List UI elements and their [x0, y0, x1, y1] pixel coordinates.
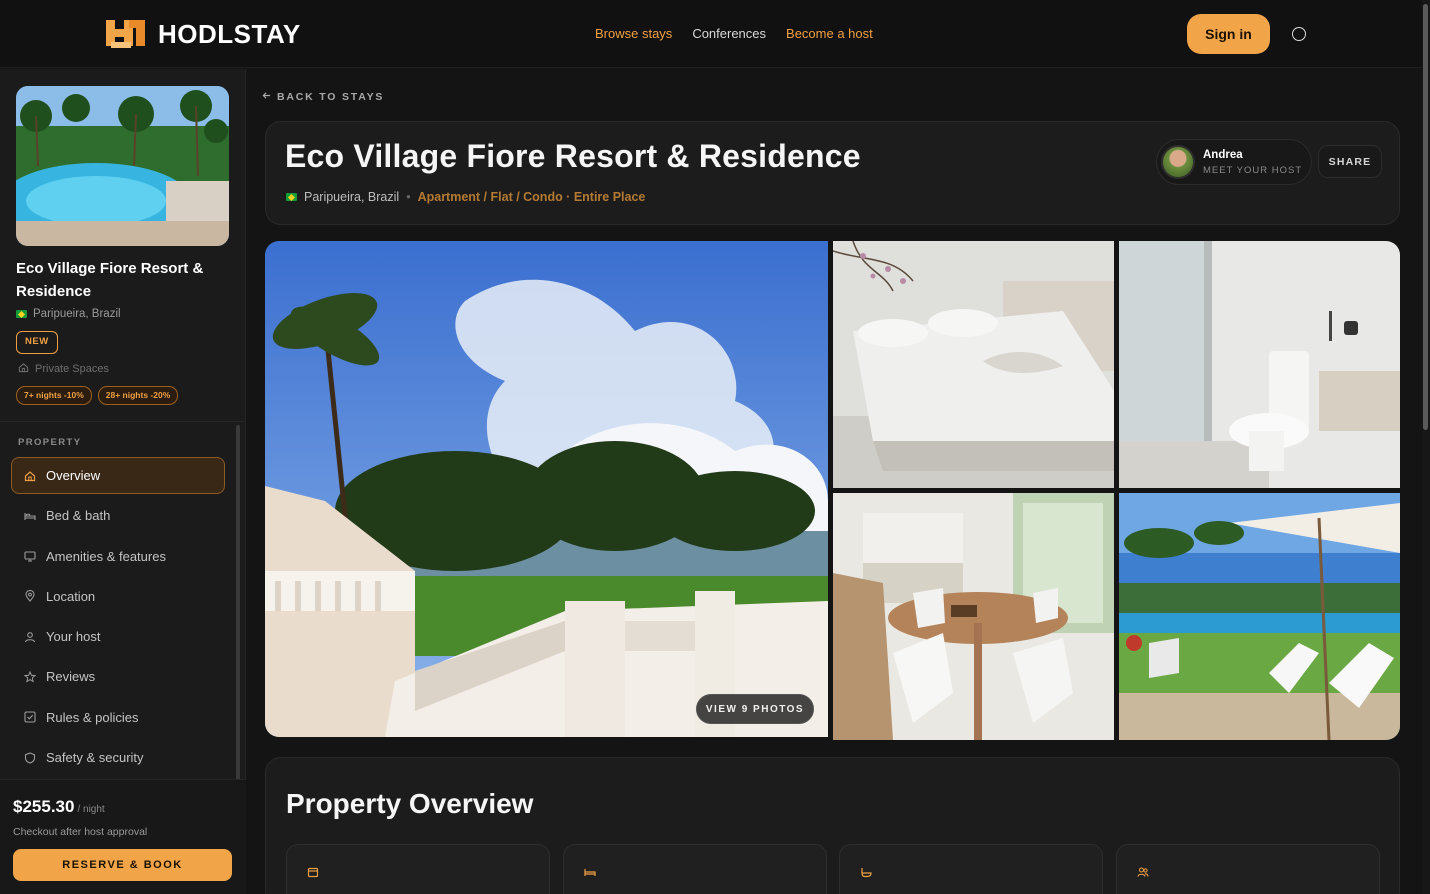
sign-in-button[interactable]: Sign in	[1187, 14, 1270, 54]
shield-icon	[24, 751, 36, 764]
sidebar-item-label: Reviews	[46, 669, 96, 685]
resort-pool-thumbnail[interactable]	[16, 86, 229, 246]
sidebar-divider	[0, 421, 246, 422]
bedroom-photo[interactable]	[833, 241, 1114, 488]
home-icon	[24, 470, 36, 482]
property-sidebar: Eco Village Fiore Resort & Residence Par…	[0, 69, 246, 894]
pool-loungers-photo[interactable]	[1119, 493, 1400, 740]
sidebar-item-rules-policies[interactable]: Rules & policies	[11, 699, 225, 736]
listing-location: Paripueira, Brazil	[304, 190, 400, 204]
bathroom-photo[interactable]	[1119, 241, 1400, 488]
property-overview-section: Property Overview	[265, 757, 1400, 894]
monitor-icon	[24, 550, 36, 562]
sidebar-item-label: Your host	[46, 629, 101, 645]
kitchen-dining-photo[interactable]	[833, 493, 1114, 740]
sidebar-location: Paripueira, Brazil	[16, 308, 121, 320]
listing-header-card: Eco Village Fiore Resort & Residence Par…	[265, 121, 1400, 225]
sidebar-item-reviews[interactable]: Reviews	[11, 658, 225, 695]
sidebar-item-your-host[interactable]: Your host	[11, 618, 225, 655]
sidebar-item-label: Location	[46, 588, 96, 604]
sidebar-item-label: Bed & bath	[46, 508, 111, 524]
top-navigation-bar: HODLSTAY Browse stays Conferences Become…	[0, 0, 1430, 68]
listing-property-type: Apartment / Flat / Condo · Entire Place	[417, 190, 646, 204]
brand-name: HODLSTAY	[158, 18, 301, 49]
sidebar-item-safety-security[interactable]: Safety & security	[11, 739, 225, 776]
terrace-view-photo[interactable]	[265, 241, 828, 737]
checkout-note: Checkout after host approval	[13, 826, 148, 838]
nav-conferences[interactable]: Conferences	[692, 26, 766, 41]
sidebar-item-location[interactable]: Location	[11, 578, 225, 615]
price-value: $255.30	[13, 797, 75, 816]
nightly-price: $255.30/ night	[13, 797, 105, 817]
sidebar-item-label: Amenities & features	[46, 548, 166, 564]
brand-logo[interactable]: HODLSTAY	[103, 16, 301, 52]
space-type-label: Private Spaces	[35, 363, 109, 375]
map-pin-icon	[24, 590, 36, 603]
circle-toggle-icon[interactable]	[1292, 27, 1306, 41]
overview-stat-card	[1116, 844, 1380, 894]
reserve-book-button[interactable]: RESERVE & BOOK	[13, 849, 232, 881]
property-menu: Overview Bed & bath Amenities & features…	[11, 457, 225, 779]
avatar	[1161, 145, 1195, 179]
meet-host-button[interactable]: Andrea MEET YOUR HOST	[1156, 139, 1312, 185]
discount-weekly: 7+ nights -10%	[16, 386, 92, 405]
overview-stat-card	[286, 844, 550, 894]
main-nav: Browse stays Conferences Become a host	[595, 26, 873, 41]
property-icon	[307, 866, 319, 878]
sidebar-scrollbar[interactable]	[236, 425, 240, 780]
host-subtitle: MEET YOUR HOST	[1203, 165, 1303, 176]
new-badge: NEW	[16, 331, 58, 354]
back-to-stays-link[interactable]: BACK TO STAYS	[262, 91, 384, 103]
sidebar-item-label: Rules & policies	[46, 709, 139, 725]
brazil-flag-icon	[16, 310, 27, 318]
guests-icon	[1137, 866, 1149, 878]
sidebar-item-label: Safety & security	[46, 750, 144, 766]
share-button[interactable]: SHARE	[1318, 145, 1382, 178]
listing-meta: Paripueira, Brazil • Apartment / Flat / …	[286, 190, 645, 204]
space-type: Private Spaces	[18, 362, 109, 376]
home-icon	[18, 362, 29, 376]
nav-become-a-host[interactable]: Become a host	[786, 26, 873, 41]
sidebar-item-amenities[interactable]: Amenities & features	[11, 538, 225, 575]
sidebar-property-title: Eco Village Fiore Resort & Residence	[16, 260, 204, 300]
star-icon	[24, 670, 36, 683]
back-label: BACK TO STAYS	[277, 91, 385, 103]
sidebar-location-text: Paripueira, Brazil	[33, 308, 121, 320]
user-icon	[24, 631, 36, 643]
meta-separator: •	[406, 190, 411, 204]
sidebar-item-label: Overview	[46, 468, 101, 483]
brazil-flag-icon	[286, 193, 297, 201]
overview-stat-card	[839, 844, 1103, 894]
overview-stat-card	[563, 844, 827, 894]
photo-gallery: VIEW 9 PHOTOS	[265, 241, 1400, 741]
view-photos-button[interactable]: VIEW 9 PHOTOS	[696, 694, 814, 724]
section-title: Property Overview	[286, 788, 534, 819]
nav-browse-stays[interactable]: Browse stays	[595, 26, 672, 41]
sidebar-item-overview[interactable]: Overview	[11, 457, 225, 494]
host-name: Andrea	[1203, 149, 1243, 161]
page-title: Eco Village Fiore Resort & Residence	[285, 138, 861, 174]
sidebar-item-bed-bath[interactable]: Bed & bath	[11, 497, 225, 534]
discount-monthly: 28+ nights -20%	[97, 386, 179, 405]
page-scrollbar-thumb[interactable]	[1423, 4, 1428, 430]
arrow-left-icon	[262, 91, 271, 103]
discount-tags: 7+ nights -10% 28+ nights -20%	[16, 386, 179, 405]
hodlstay-logo-icon	[103, 16, 148, 52]
checkbox-icon	[24, 711, 36, 723]
bath-icon	[860, 866, 872, 878]
booking-panel: $255.30/ night Checkout after host appro…	[0, 779, 246, 894]
bed-icon	[24, 510, 36, 522]
property-section-label: PROPERTY	[18, 437, 82, 448]
bed-icon	[584, 866, 596, 878]
price-unit: / night	[77, 804, 105, 815]
